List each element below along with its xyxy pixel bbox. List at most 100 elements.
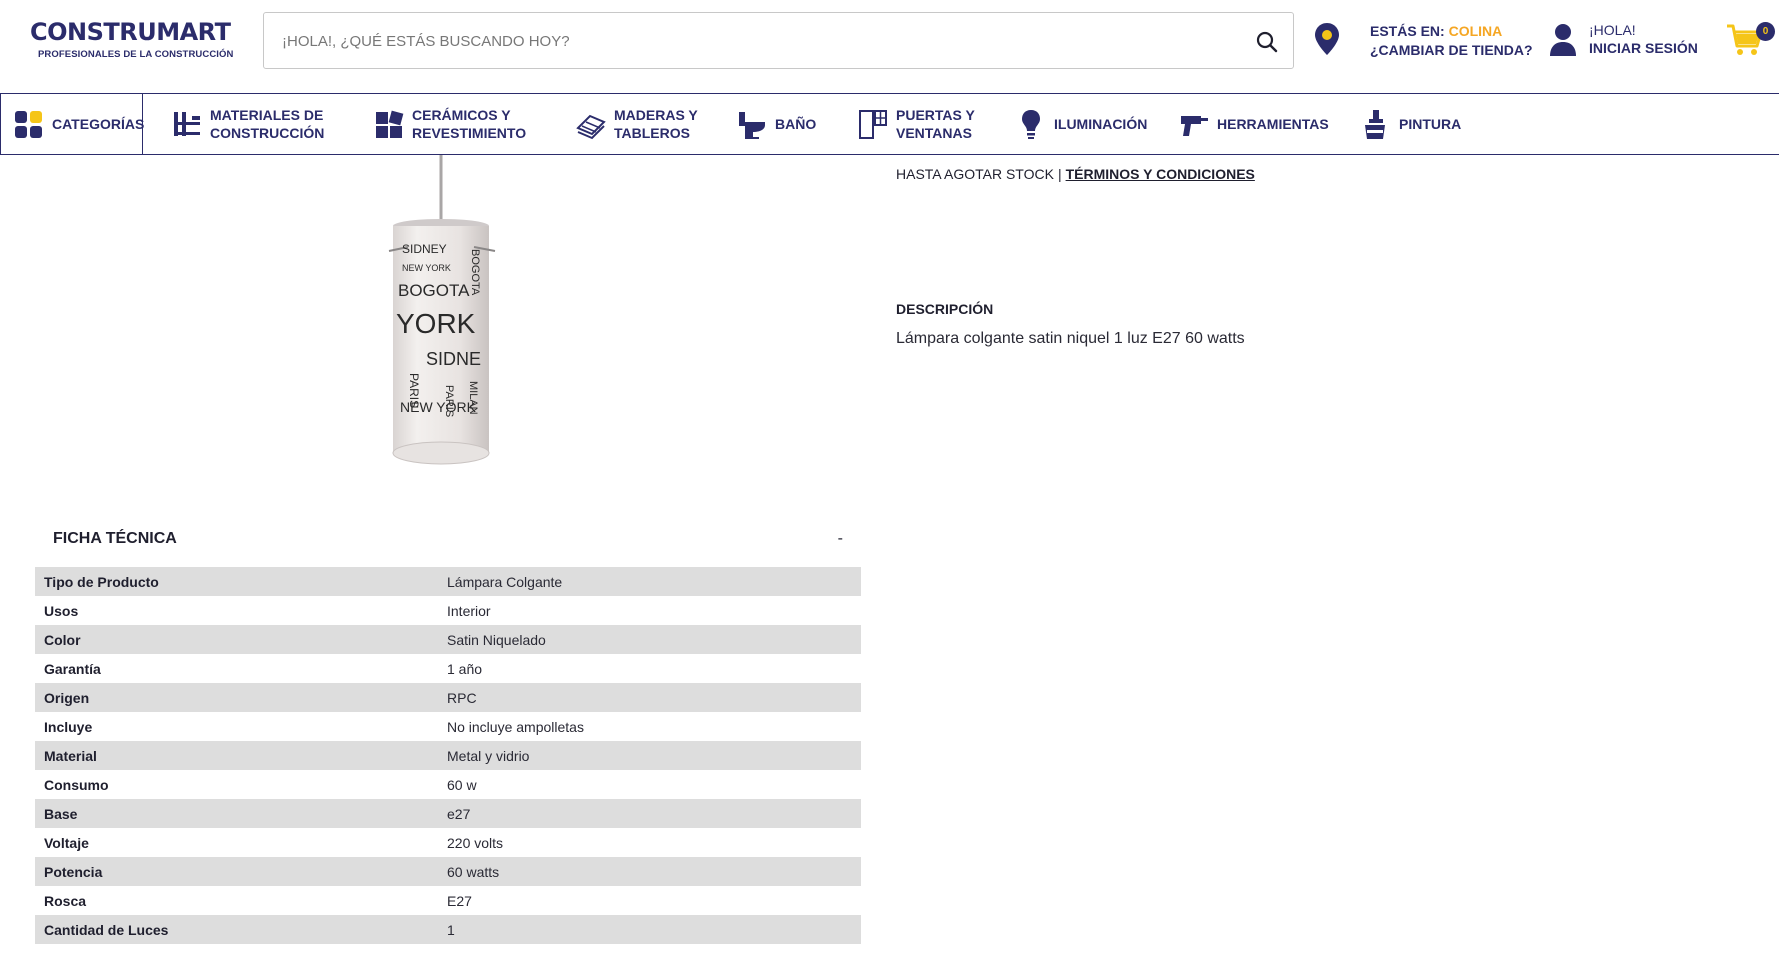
store-name: COLINA bbox=[1448, 23, 1503, 39]
spec-key: Color bbox=[44, 631, 81, 648]
spec-key: Cantidad de Luces bbox=[44, 921, 169, 938]
description-text: Lámpara colgante satin niquel 1 luz E27 … bbox=[896, 330, 1245, 347]
door-window-icon bbox=[859, 110, 887, 139]
table-row: Voltaje 220 volts bbox=[35, 828, 861, 857]
spec-key: Voltaje bbox=[44, 834, 89, 851]
nav-maderas-line2: TABLEROS bbox=[614, 125, 690, 141]
nav-ceramicos-line1: CERÁMICOS Y bbox=[412, 107, 511, 123]
stock-separator: | bbox=[1057, 166, 1062, 182]
spec-value: 220 volts bbox=[447, 834, 504, 851]
tiles-icon bbox=[376, 110, 404, 138]
spec-table: Tipo de Producto Lámpara Colgante Usos Int… bbox=[35, 567, 861, 944]
category-nav: CATEGORÍAS MATERIALES DE CONSTRUCCIÓN CER… bbox=[0, 93, 1779, 155]
logo-wordmark: CONSTRUMART bbox=[30, 18, 231, 46]
spec-value: No incluye ampolletas bbox=[447, 718, 584, 735]
lamp-print-bogota-vertical: BOGOTA bbox=[469, 249, 481, 296]
toilet-icon bbox=[739, 112, 765, 139]
spec-value: RPC bbox=[447, 689, 477, 706]
cart-count-badge: 0 bbox=[1756, 22, 1775, 41]
spec-key: Material bbox=[44, 747, 97, 764]
terms-link[interactable]: TÉRMINOS Y CONDICIONES bbox=[1066, 166, 1255, 182]
change-store-link[interactable]: ¿CAMBIAR DE TIENDA? bbox=[1370, 42, 1533, 58]
spec-key: Origen bbox=[44, 689, 90, 706]
table-row: Origen RPC bbox=[35, 683, 861, 712]
nav-pintura[interactable]: PINTURA bbox=[1361, 94, 1461, 154]
nav-maderas-line1: MADERAS Y bbox=[614, 107, 698, 123]
nav-categories-label: CATEGORÍAS bbox=[52, 116, 145, 132]
table-row: Usos Interior bbox=[35, 596, 861, 625]
spec-value: Metal y vidrio bbox=[447, 747, 530, 764]
lamp-print-newyork-top: NEW YORK bbox=[402, 263, 451, 273]
lamp-print-bogota: BOGOTA bbox=[398, 281, 470, 300]
table-row: Tipo de Producto Lámpara Colgante bbox=[35, 567, 861, 596]
spec-value: Satin Niquelado bbox=[447, 631, 546, 648]
site-header: CONSTRUMART PROFESIONALES DE LA CONSTRUC… bbox=[0, 0, 1779, 93]
table-row: Material Metal y vidrio bbox=[35, 741, 861, 770]
ficha-tecnica-header[interactable]: FICHA TÉCNICA - bbox=[35, 520, 861, 560]
nav-maderas[interactable]: MADERAS Y TABLEROS bbox=[576, 94, 698, 154]
description-title: DESCRIPCIÓN bbox=[896, 301, 994, 317]
cart-button[interactable]: 0 bbox=[1726, 22, 1776, 62]
nav-materiales[interactable]: MATERIALES DE CONSTRUCCIÓN bbox=[172, 94, 324, 154]
table-row: Cantidad de Luces 1 bbox=[35, 915, 861, 944]
spec-key: Base bbox=[44, 805, 78, 822]
spec-value: 60 watts bbox=[447, 863, 500, 880]
wood-boards-icon bbox=[576, 114, 606, 140]
search-input[interactable] bbox=[282, 29, 1242, 53]
user-icon bbox=[1550, 24, 1576, 56]
login-link[interactable]: INICIAR SESIÓN bbox=[1589, 40, 1698, 56]
building-materials-icon bbox=[174, 112, 200, 136]
construmart-logo[interactable]: CONSTRUMART PROFESIONALES DE LA CONSTRUC… bbox=[30, 18, 234, 68]
spec-key: Tipo de Producto bbox=[44, 573, 159, 590]
nav-materiales-line2: CONSTRUCCIÓN bbox=[210, 125, 325, 141]
nav-ceramicos-line2: REVESTIMIENTO bbox=[412, 125, 527, 141]
spec-key: Potencia bbox=[44, 863, 103, 880]
nav-puertas-line2: VENTANAS bbox=[896, 125, 972, 141]
logo-tagline: PROFESIONALES DE LA CONSTRUCCIÓN bbox=[38, 49, 234, 60]
spec-key: Usos bbox=[44, 602, 79, 619]
nav-materiales-line1: MATERIALES DE bbox=[210, 107, 324, 123]
ficha-tecnica-title: FICHA TÉCNICA bbox=[53, 530, 177, 547]
spec-value: e27 bbox=[447, 805, 471, 822]
table-row: Base e27 bbox=[35, 799, 861, 828]
spec-value: 1 bbox=[447, 921, 455, 938]
table-row: Rosca E27 bbox=[35, 886, 861, 915]
spec-key: Incluye bbox=[44, 718, 93, 735]
drill-icon bbox=[1181, 116, 1208, 136]
login-greeting: ¡HOLA! bbox=[1589, 22, 1636, 38]
stock-notice: HASTA AGOTAR STOCK | TÉRMINOS Y CONDICIONE… bbox=[896, 166, 1255, 182]
nav-ceramicos[interactable]: CERÁMICOS Y REVESTIMIENTO bbox=[374, 94, 526, 154]
table-row: Garantía 1 año bbox=[35, 654, 861, 683]
table-row: Potencia 60 watts bbox=[35, 857, 861, 886]
spec-value: 60 w bbox=[447, 776, 477, 793]
spec-value: Lámpara Colgante bbox=[447, 573, 563, 590]
search-box bbox=[263, 12, 1294, 69]
nav-puertas[interactable]: PUERTAS Y VENTANAS bbox=[858, 94, 975, 154]
nav-iluminacion[interactable]: ILUMINACIÓN bbox=[1016, 94, 1147, 154]
store-prefix: ESTÁS EN: bbox=[1370, 23, 1445, 39]
search-icon[interactable] bbox=[1255, 30, 1279, 54]
lamp-print-newyork-bottom: NEW YORK bbox=[400, 399, 477, 415]
spec-key: Consumo bbox=[44, 776, 109, 793]
spec-key: Rosca bbox=[44, 892, 87, 909]
grid-icon bbox=[15, 111, 42, 138]
spec-value: Interior bbox=[447, 602, 491, 619]
nav-bano[interactable]: BAÑO bbox=[737, 94, 816, 154]
table-row: Consumo 60 w bbox=[35, 770, 861, 799]
login-area[interactable]: ¡HOLA! INICIAR SESIÓN bbox=[1549, 20, 1709, 64]
pendant-lamp-image: SIDNEY NEW YORK BOGOTA YORK SIDNE PARIS … bbox=[388, 155, 496, 465]
store-selector[interactable]: ESTÁS EN: COLINA ¿CAMBIAR DE TIENDA? bbox=[1314, 20, 1544, 64]
location-pin-icon bbox=[1315, 23, 1339, 55]
lamp-print-york: YORK bbox=[396, 308, 476, 339]
store-current: ESTÁS EN: COLINA bbox=[1370, 23, 1502, 39]
nav-herramientas[interactable]: HERRAMIENTAS bbox=[1179, 94, 1329, 154]
spec-value: E27 bbox=[447, 892, 472, 909]
nav-puertas-line1: PUERTAS Y bbox=[896, 107, 975, 123]
nav-herramientas-label: HERRAMIENTAS bbox=[1217, 116, 1329, 132]
collapse-toggle[interactable]: - bbox=[838, 530, 843, 548]
lightbulb-icon bbox=[1022, 110, 1040, 139]
nav-categories[interactable]: CATEGORÍAS bbox=[0, 94, 145, 154]
product-image[interactable]: SIDNEY NEW YORK BOGOTA YORK SIDNE PARIS … bbox=[110, 155, 790, 480]
nav-bano-label: BAÑO bbox=[775, 116, 817, 132]
spec-value: 1 año bbox=[447, 660, 483, 677]
